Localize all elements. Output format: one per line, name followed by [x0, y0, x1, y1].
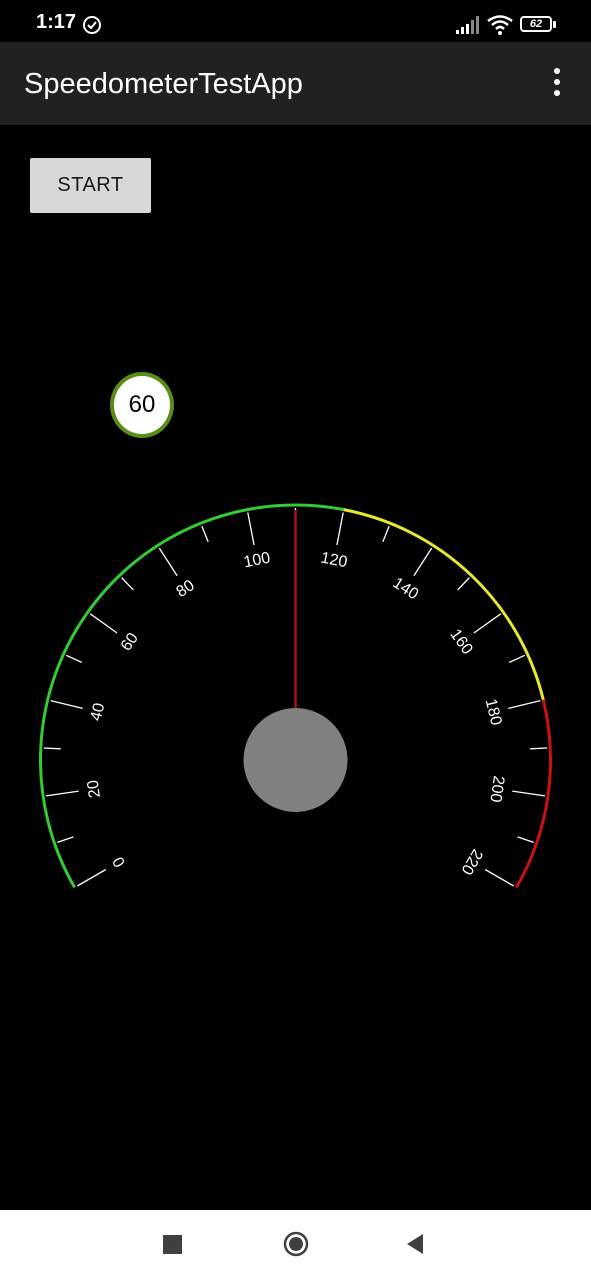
gauge-minor-tick — [517, 836, 534, 844]
gauge-tick-label: 40 — [88, 701, 109, 722]
gauge-minor-tick — [382, 525, 390, 543]
gauge-tick-label: 0 — [110, 853, 129, 869]
gauge-major-tick — [247, 512, 255, 546]
gauge-tick-label: 100 — [242, 550, 272, 572]
gauge-zone-arc-0 — [39, 503, 345, 889]
speedometer-gauge: 0 20 40 60 80 100 120 140 160 180 200 220 — [39, 503, 552, 889]
gauge-tick-label: 20 — [85, 779, 104, 799]
gauge-major-tick — [484, 868, 515, 887]
gauge-zone-arc-1 — [343, 508, 545, 701]
gauge-minor-tick — [530, 747, 548, 750]
gauge-tick-label: 80 — [174, 577, 198, 601]
gauge-minor-tick — [66, 654, 83, 663]
gauge-hub — [243, 708, 348, 812]
back-icon[interactable] — [405, 1233, 425, 1255]
gauge-minor-tick — [457, 577, 470, 591]
gauge-minor-tick — [43, 747, 61, 750]
gauge-tick-label: 120 — [319, 550, 349, 572]
gauge-major-tick — [89, 613, 118, 634]
gauge-tick-label: 180 — [482, 697, 505, 727]
gauge-minor-tick — [57, 836, 74, 844]
gauge-tick-label: 160 — [446, 626, 475, 658]
gauge-major-tick — [158, 547, 178, 577]
gauge-major-tick — [413, 547, 433, 577]
gauge-tick-label: 220 — [457, 846, 485, 878]
gauge-major-tick — [512, 790, 546, 797]
gauge-minor-tick — [121, 577, 134, 591]
gauge-minor-tick — [508, 654, 525, 663]
gauge-major-tick — [50, 699, 83, 710]
gauge-major-tick — [473, 613, 502, 634]
gauge-tick-label: 200 — [486, 775, 507, 804]
gauge-minor-tick — [201, 525, 209, 543]
gauge-tick-label: 140 — [390, 575, 422, 604]
gauge-major-tick — [76, 868, 107, 887]
recents-icon[interactable] — [163, 1235, 182, 1254]
gauge-major-tick — [508, 699, 541, 710]
gauge-tick-label: 60 — [118, 630, 142, 654]
gauge-major-tick — [336, 512, 344, 546]
gauge-major-tick — [45, 790, 79, 797]
home-icon[interactable] — [283, 1231, 309, 1257]
